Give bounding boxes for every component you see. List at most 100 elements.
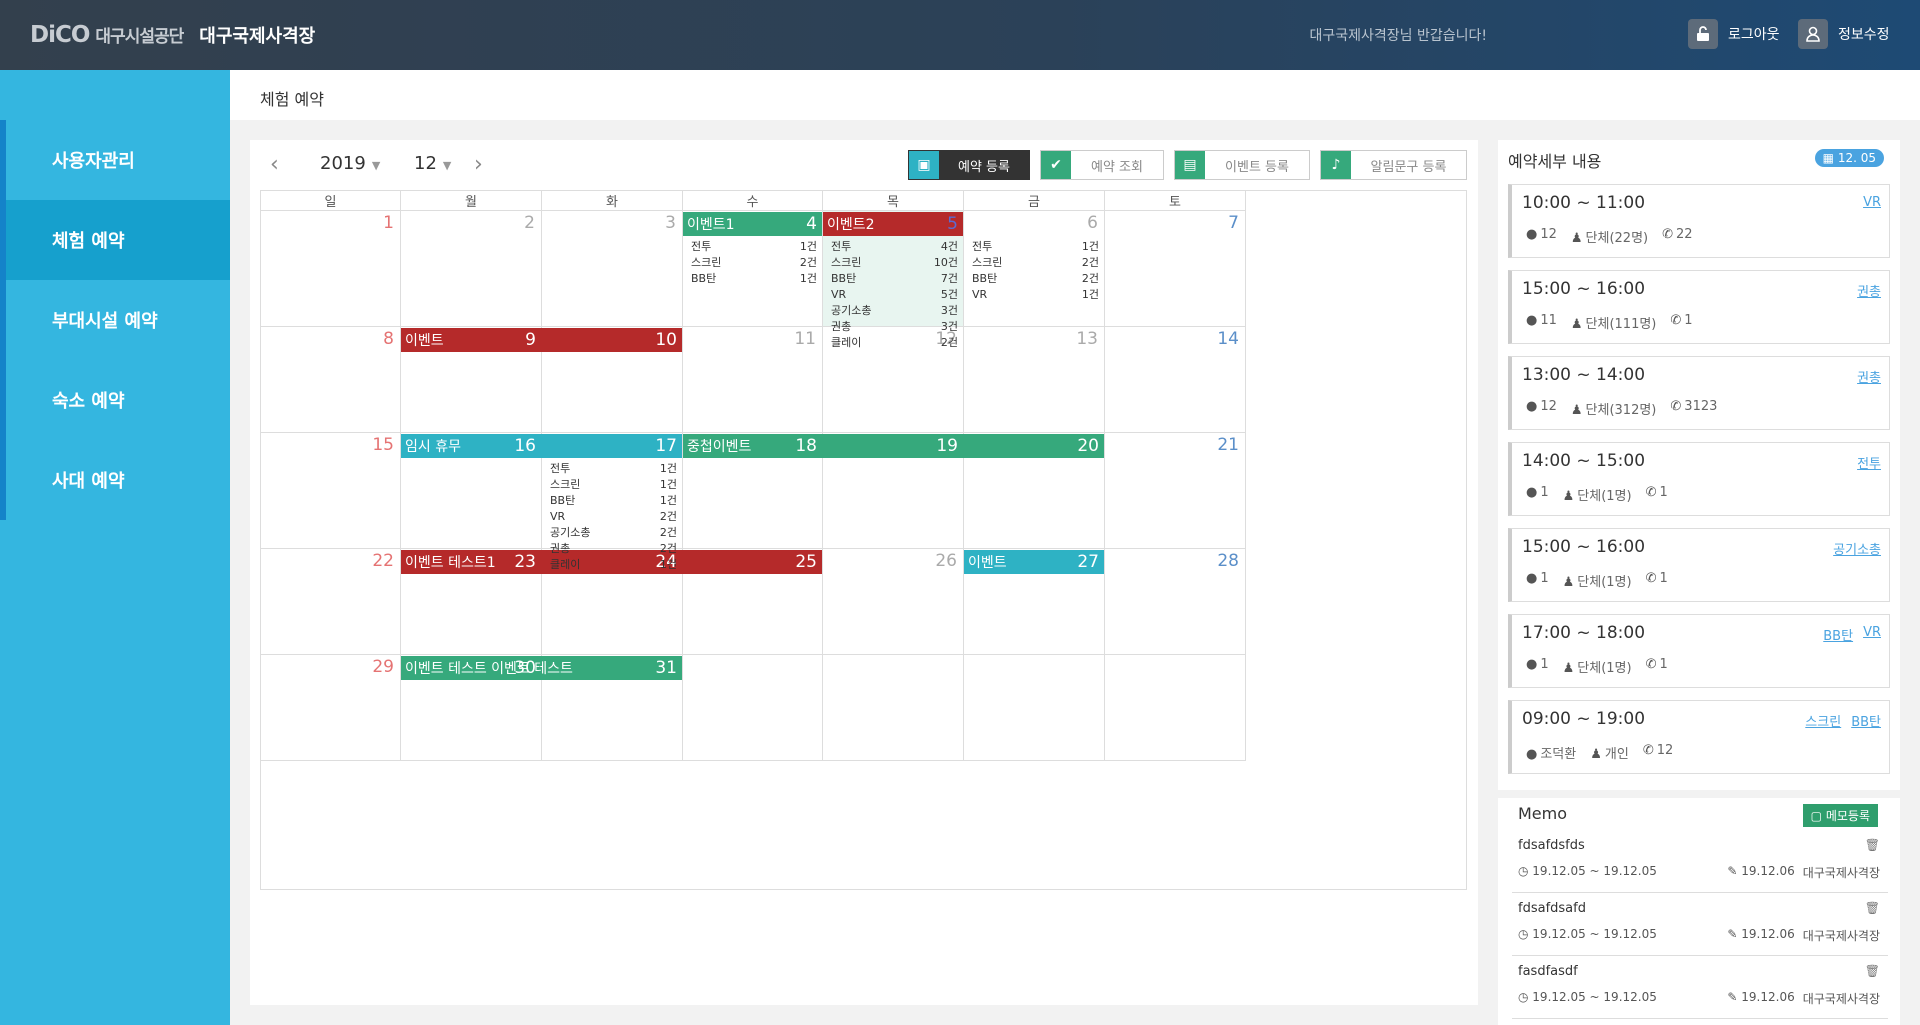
phone-icon: ✆ xyxy=(1645,657,1657,672)
reservation-tag-link[interactable]: 공기소총 xyxy=(1833,539,1881,558)
event-day-number: 5 xyxy=(947,214,958,234)
next-month-icon[interactable]: › xyxy=(474,152,483,177)
trash-icon[interactable]: 🗑 xyxy=(1865,964,1880,978)
booking-summary-row: 전투 1건 xyxy=(550,461,677,477)
sidebar-item-lodging-reservation[interactable]: 숙소 예약 xyxy=(0,360,230,440)
calendar-day-cell[interactable]: 29 xyxy=(261,655,401,761)
event-day-number: 20 xyxy=(1077,436,1099,456)
reserve-register-button[interactable]: ▣ 예약 등록 xyxy=(908,150,1030,180)
reservation-meta: ● 조덕환 ♟ 개인 ✆ 12 xyxy=(1526,743,1673,762)
calendar-day-cell[interactable]: 21 xyxy=(1105,433,1246,549)
users-icon: ♟ xyxy=(1562,489,1575,504)
reservation-card[interactable]: 09:00 ~ 19:00 스크린 BB탄 ● 조덕환 ♟ 개인 ✆ 12 xyxy=(1508,700,1890,774)
reservation-card[interactable]: 15:00 ~ 16:00 공기소총 ● 1 ♟ 단체(1명) ✆ 1 xyxy=(1508,528,1890,602)
sidebar-item-experience-reservation[interactable]: 체험 예약 xyxy=(0,200,230,280)
person-value: 1 xyxy=(1540,571,1549,586)
pencil-icon: ✎ xyxy=(1727,990,1742,1004)
edit-info-button[interactable]: 정보수정 xyxy=(1798,19,1890,49)
memo-meta: ◷ 19.12.05 ~ 19.12.05 ✎ 19.12.06 대구국제사격장 xyxy=(1518,990,1880,1007)
reservation-tag-link[interactable]: 권총 xyxy=(1857,281,1881,300)
reservation-tag-link[interactable]: VR xyxy=(1863,195,1881,210)
memo-item[interactable]: fdsafdsafd 🗑 ◷ 19.12.05 ~ 19.12.05 ✎ 19.12.… xyxy=(1512,893,1888,956)
prev-month-icon[interactable]: ‹ xyxy=(270,152,279,177)
calendar-day-cell[interactable] xyxy=(1105,655,1246,761)
calendar-day-cell[interactable]: 1 xyxy=(261,211,401,327)
calendar-day-cell[interactable]: 26 xyxy=(823,549,964,655)
month-select[interactable]: 12 ▼ xyxy=(414,153,451,174)
calendar-day-cell[interactable]: 28 xyxy=(1105,549,1246,655)
calendar-day-cell[interactable] xyxy=(964,655,1105,761)
day-number: 7 xyxy=(1228,213,1239,233)
memo-item[interactable]: fdsafdsfds 🗑 ◷ 19.12.05 ~ 19.12.05 ✎ 19.12.… xyxy=(1512,830,1888,893)
reservation-tag-link[interactable]: BB탄 xyxy=(1823,625,1853,644)
reserve-lookup-button[interactable]: ✔ 예약 조회 xyxy=(1040,150,1164,180)
weekday-header: 월 xyxy=(401,191,542,211)
calendar-day-cell[interactable] xyxy=(823,655,964,761)
reservation-card[interactable]: 10:00 ~ 11:00 VR ● 12 ♟ 단체(22명) ✆ 22 xyxy=(1508,184,1890,258)
day-number: 13 xyxy=(1076,329,1098,349)
booking-summary[interactable]: 전투 4건 스크린 10건 BB탄 7건 VR 5건 공기소총 3건 권총 3건 클레이 2건 xyxy=(831,239,958,351)
reservation-tag-link[interactable]: VR xyxy=(1863,625,1881,644)
user-circle-icon: ● xyxy=(1526,485,1538,500)
memo-edited-value: 19.12.06 xyxy=(1741,864,1795,878)
reservation-phone: ✆ 3123 xyxy=(1670,399,1717,418)
phone-icon: ✆ xyxy=(1645,571,1657,586)
sidebar-item-users[interactable]: 사용자관리 xyxy=(0,120,230,200)
phone-icon: ✆ xyxy=(1645,485,1657,500)
memo-add-button[interactable]: ▢ 메모등록 xyxy=(1802,804,1878,827)
calendar-day-cell[interactable]: 2 xyxy=(401,211,542,327)
reservation-person: ● 조덕환 xyxy=(1526,743,1576,762)
booking-type: BB탄 xyxy=(691,272,717,285)
reservation-tag-link[interactable]: 스크린 xyxy=(1805,711,1841,730)
reservation-card[interactable]: 17:00 ~ 18:00 BB탄 VR ● 1 ♟ 단체(1명) ✆ 1 xyxy=(1508,614,1890,688)
memo-item[interactable]: fasdfasdf 🗑 ◷ 19.12.05 ~ 19.12.05 ✎ 19.12.0… xyxy=(1512,956,1888,1019)
edit-info-label: 정보수정 xyxy=(1838,27,1890,43)
notice-register-button[interactable]: ♪ 알림문구 등록 xyxy=(1320,150,1467,180)
calendar-day-cell[interactable]: 11 xyxy=(683,327,823,433)
booking-type: 클레이 xyxy=(550,558,581,571)
booking-type: 공기소총 xyxy=(831,304,872,317)
event-register-button[interactable]: ▤ 이벤트 등록 xyxy=(1174,150,1310,180)
booking-summary-row: 전투 1건 xyxy=(972,239,1099,255)
booking-summary-row: 전투 4건 xyxy=(831,239,958,255)
reservation-card[interactable]: 14:00 ~ 15:00 전투 ● 1 ♟ 단체(1명) ✆ 1 xyxy=(1508,442,1890,516)
reservation-card[interactable]: 15:00 ~ 16:00 권총 ● 11 ♟ 단체(111명) ✆ 1 xyxy=(1508,270,1890,344)
reservation-person: ● 1 xyxy=(1526,571,1549,590)
reservation-tag-link[interactable]: 전투 xyxy=(1857,453,1881,472)
calendar-day-cell[interactable]: 13 xyxy=(964,327,1105,433)
calendar-day-cell[interactable]: 22 xyxy=(261,549,401,655)
sidebar-item-range-reservation[interactable]: 사대 예약 xyxy=(0,440,230,520)
reservation-time: 15:00 ~ 16:00 xyxy=(1522,279,1646,299)
day-number: 15 xyxy=(372,435,394,455)
trash-icon[interactable]: 🗑 xyxy=(1865,901,1880,915)
calendar-day-cell[interactable]: 8 xyxy=(261,327,401,433)
trash-icon[interactable]: 🗑 xyxy=(1865,838,1880,852)
calendar-day-cell[interactable] xyxy=(683,655,823,761)
reservation-tag-link[interactable]: BB탄 xyxy=(1851,711,1881,730)
booking-count: 1건 xyxy=(659,462,677,475)
calendar-day-cell[interactable]: 15 xyxy=(261,433,401,549)
memo-text: fdsafdsafd xyxy=(1518,901,1586,916)
reservation-phone: ✆ 22 xyxy=(1662,227,1692,246)
sidebar-item-facility-reservation[interactable]: 부대시설 예약 xyxy=(0,280,230,360)
booking-summary[interactable]: 전투 1건 스크린 1건 BB탄 1건 VR 2건 공기소총 2건 권총 2건 클레이 1건 xyxy=(550,461,677,573)
logout-button[interactable]: 로그아웃 xyxy=(1688,19,1780,49)
reservation-card[interactable]: 13:00 ~ 14:00 권총 ● 12 ♟ 단체(312명) ✆ 3123 xyxy=(1508,356,1890,430)
year-select[interactable]: 2019 ▼ xyxy=(320,153,380,174)
reservation-detail-panel: 예약세부 내용 ▦ 12. 05 10:00 ~ 11:00 VR ● 12 ♟ 단체(2… xyxy=(1498,140,1900,790)
site-name: 대구국제사격장 xyxy=(199,26,316,47)
booking-summary[interactable]: 전투 1건 스크린 2건 BB탄 1건 xyxy=(691,239,817,287)
user-icon xyxy=(1798,19,1828,49)
sidebar-item-label: 사용자관리 xyxy=(52,151,135,172)
calendar-day-cell[interactable]: 3 xyxy=(542,211,683,327)
site-logo[interactable]: DiCO 대구시설공단 대구국제사격장 xyxy=(30,22,315,48)
calendar-day-cell[interactable]: 7 xyxy=(1105,211,1246,327)
reservation-time: 15:00 ~ 16:00 xyxy=(1522,537,1646,557)
day-number: 3 xyxy=(665,213,676,233)
booking-summary[interactable]: 전투 1건 스크린 2건 BB탄 2건 VR 1건 xyxy=(972,239,1099,303)
day-number: 6 xyxy=(1087,213,1098,233)
reservation-tag-link[interactable]: 권총 xyxy=(1857,367,1881,386)
calendar-day-cell[interactable]: 14 xyxy=(1105,327,1246,433)
memo-period: ◷ 19.12.05 ~ 19.12.05 xyxy=(1518,864,1727,881)
day-number: 8 xyxy=(383,329,394,349)
